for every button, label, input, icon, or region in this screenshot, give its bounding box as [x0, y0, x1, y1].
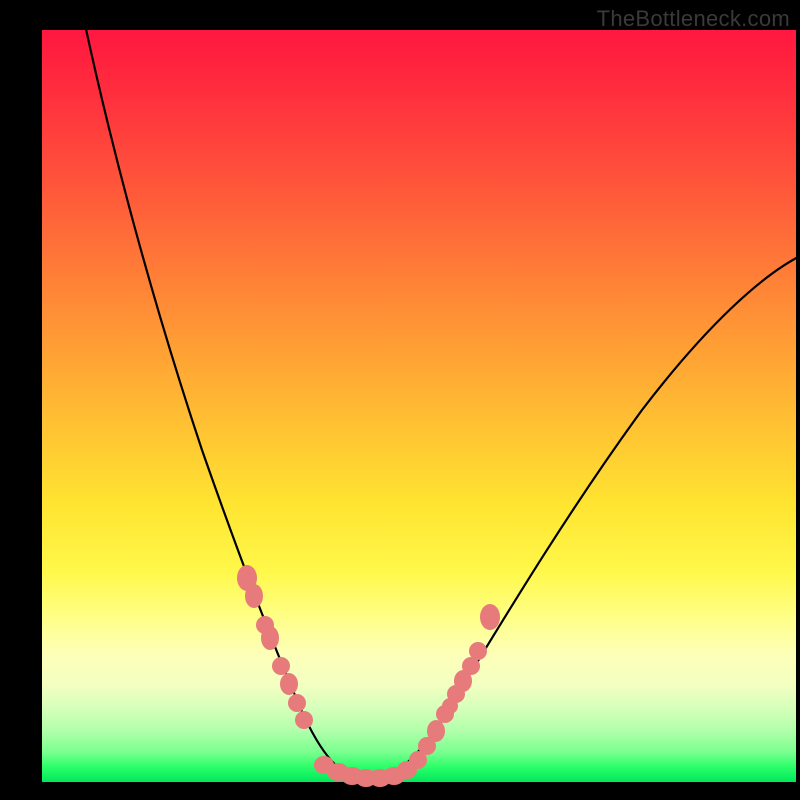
marker-left [245, 584, 263, 608]
marker-right [480, 604, 500, 630]
bottleneck-curve [42, 30, 796, 782]
marker-left [288, 694, 306, 712]
curve-right-branch [362, 255, 800, 780]
plot-area [42, 30, 796, 782]
marker-right [469, 642, 487, 660]
watermark-text: TheBottleneck.com [597, 6, 790, 32]
marker-right [427, 720, 445, 742]
marker-left [295, 711, 313, 729]
curve-left-branch [84, 20, 362, 780]
chart-frame: TheBottleneck.com [0, 0, 800, 800]
marker-left [272, 657, 290, 675]
marker-left [280, 673, 298, 695]
marker-left [261, 626, 279, 650]
